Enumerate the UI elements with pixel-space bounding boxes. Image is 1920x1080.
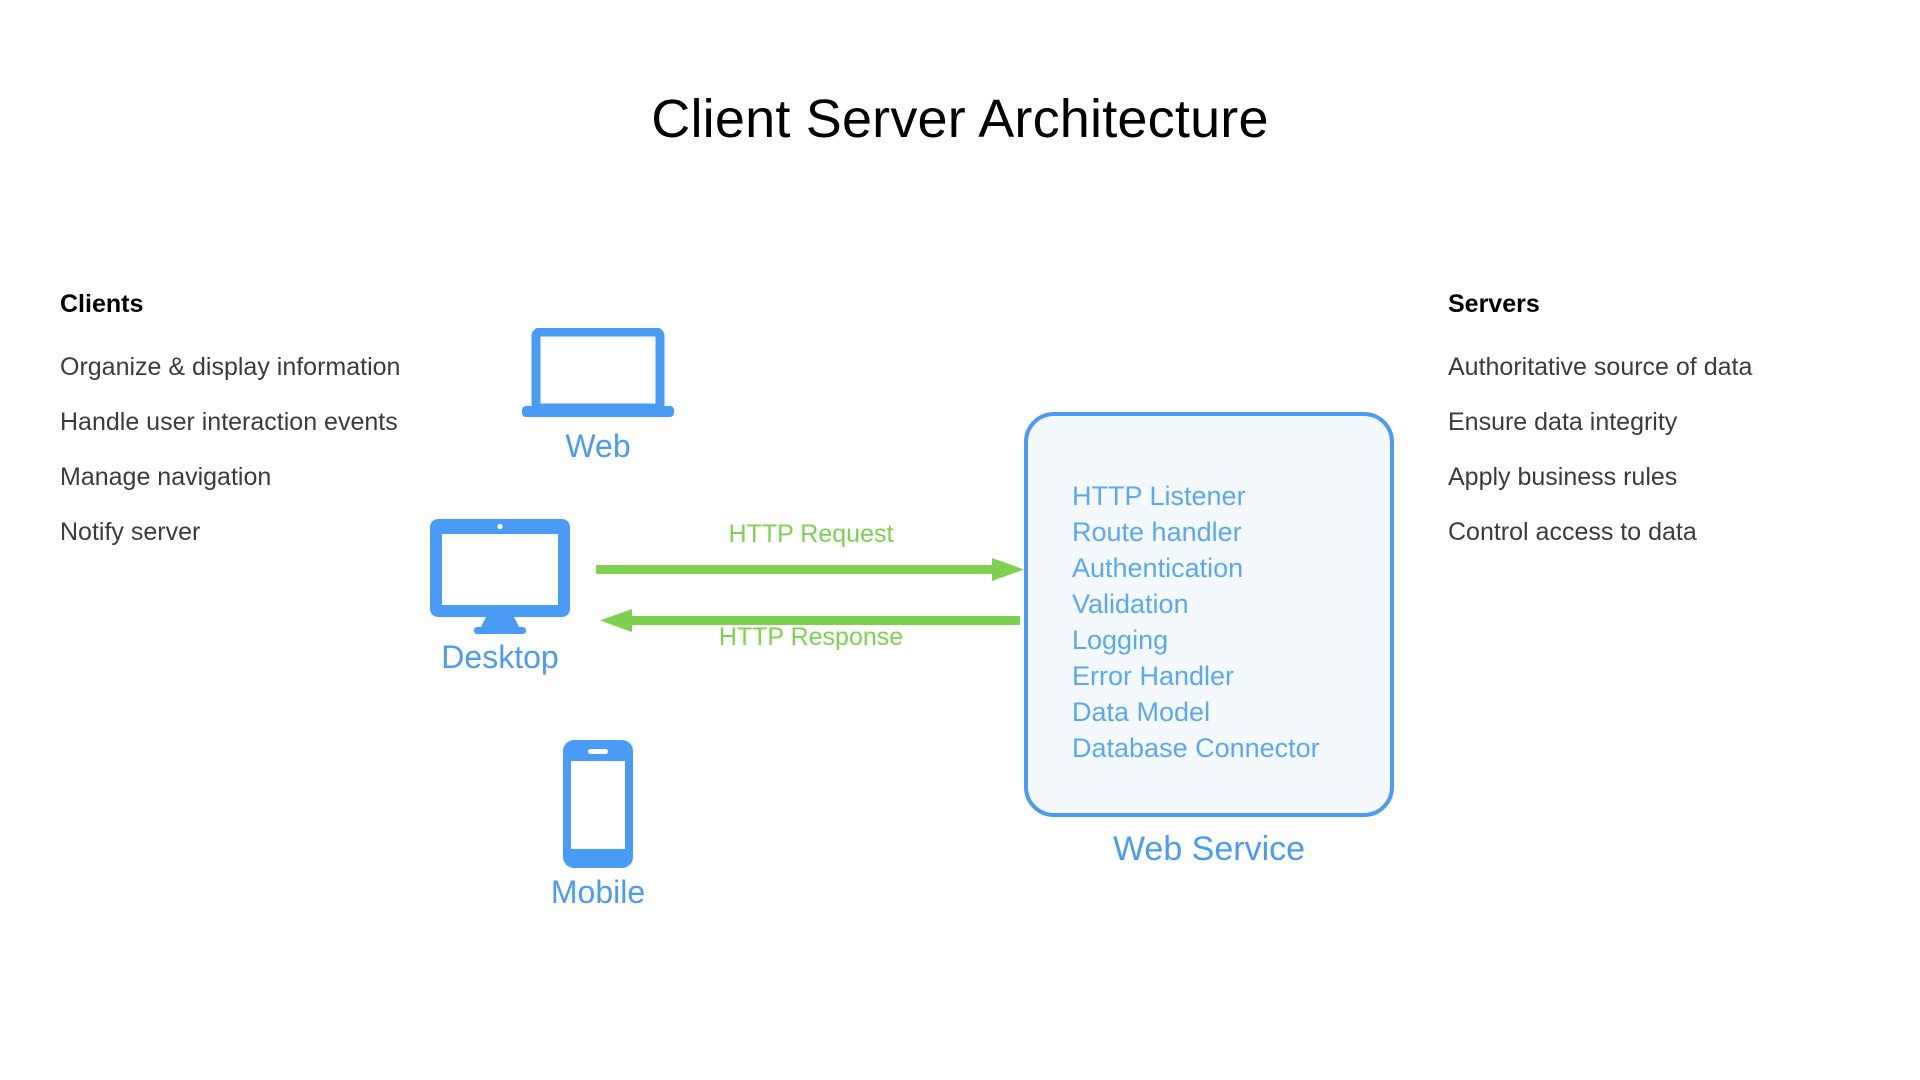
clients-item: Manage navigation <box>60 463 272 491</box>
http-arrows: HTTP Request HTTP Response <box>596 508 1026 658</box>
client-node-web: Web <box>488 328 708 462</box>
device-label-mobile: Mobile <box>550 874 646 910</box>
servers-item: Apply business rules <box>1448 463 1678 491</box>
service-item: Error Handler <box>1072 661 1235 691</box>
service-item: Database Connector <box>1072 733 1320 763</box>
device-label-desktop: Desktop <box>441 639 559 675</box>
servers-item: Ensure data integrity <box>1448 408 1678 436</box>
servers-item: Authoritative source of data <box>1448 353 1753 381</box>
service-item: HTTP Listener <box>1072 481 1246 511</box>
web-service-list: HTTP Listener Route handler Authenticati… <box>1072 478 1392 766</box>
page-title: Client Server Architecture <box>651 89 1269 149</box>
http-request-label: HTTP Request <box>728 520 894 548</box>
service-item: Route handler <box>1072 517 1242 547</box>
service-item: Logging <box>1072 625 1169 655</box>
service-item: Validation <box>1072 589 1189 619</box>
monitor-icon <box>430 519 570 634</box>
servers-item: Control access to data <box>1448 518 1697 546</box>
device-label-web: Web <box>565 428 631 464</box>
web-service-label: Web Service <box>1112 830 1306 868</box>
laptop-icon <box>522 328 674 417</box>
service-item: Data Model <box>1072 697 1211 727</box>
servers-heading: Servers <box>1448 290 1540 318</box>
http-response-label: HTTP Response <box>718 623 904 651</box>
phone-icon <box>563 740 633 868</box>
client-node-desktop: Desktop <box>390 517 610 673</box>
client-node-mobile: Mobile <box>488 738 708 908</box>
clients-item: Organize & display information <box>60 353 401 381</box>
servers-column: Servers Authoritative source of data Ens… <box>1448 292 1918 575</box>
clients-item: Handle user interaction events <box>60 408 398 436</box>
service-item: Authentication <box>1072 553 1244 583</box>
clients-heading: Clients <box>60 290 144 318</box>
